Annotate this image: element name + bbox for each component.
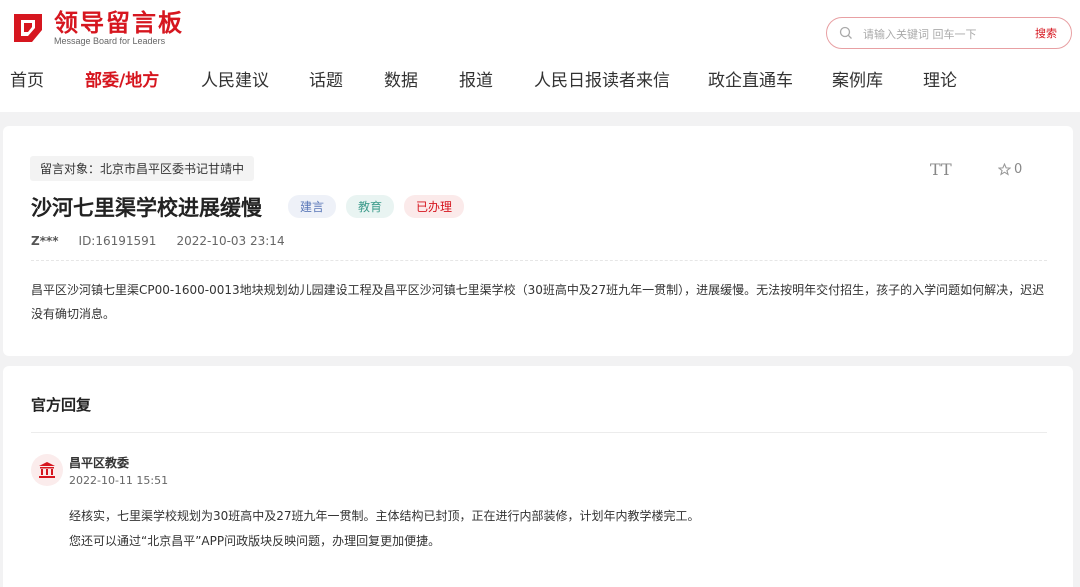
- logo-mark-icon: [14, 14, 42, 42]
- message-tags: 建言 教育 已办理: [288, 195, 465, 218]
- message-time: 2022-10-03 23:14: [176, 234, 285, 248]
- logo-title: 领导留言板: [54, 9, 184, 37]
- tag-suggestion[interactable]: 建言: [288, 195, 337, 218]
- reply-org-name: 昌平区教委: [69, 456, 130, 470]
- meta-divider: [31, 260, 1047, 261]
- message-title: 沙河七里渠学校进展缓慢: [31, 196, 262, 220]
- nav-item-ministries-local[interactable]: 部委/地方: [85, 66, 159, 91]
- reply-line: 经核实，七里渠学校规划为30班高中及27班九年一贯制。主体结构已封顶，正在进行内…: [69, 509, 700, 523]
- message-target: 留言对象：北京市昌平区委书记甘靖中: [30, 156, 255, 181]
- reply-heading: 官方回复: [31, 396, 92, 414]
- site-logo[interactable]: 领导留言板 Message Board for Leaders: [10, 10, 184, 46]
- message-meta: Z*** ID:16191591 2022-10-03 23:14: [31, 234, 285, 248]
- nav-item-people-suggestions[interactable]: 人民建议: [201, 66, 269, 91]
- nav-item-topics[interactable]: 话题: [309, 66, 343, 91]
- reply-content: 经核实，七里渠学校规划为30班高中及27班九年一贯制。主体结构已封顶，正在进行内…: [69, 504, 700, 554]
- nav-item-reports[interactable]: 报道: [459, 66, 493, 91]
- reply-time: 2022-10-11 15:51: [69, 474, 169, 487]
- logo-subtitle: Message Board for Leaders: [54, 36, 166, 46]
- org-avatar: [31, 454, 63, 486]
- nav-item-readers-letters[interactable]: 人民日报读者来信: [534, 66, 670, 91]
- nav-item-enterprise-direct[interactable]: 政企直通车: [708, 66, 793, 91]
- favorite-button[interactable]: 0: [998, 162, 1022, 177]
- message-author: Z***: [31, 234, 59, 248]
- nav-item-theory[interactable]: 理论: [923, 66, 957, 91]
- favorite-count: 0: [1014, 162, 1023, 177]
- nav-item-case-library[interactable]: 案例库: [832, 66, 883, 91]
- search-box: 搜索: [826, 17, 1072, 49]
- tag-status-handled: 已办理: [404, 195, 465, 218]
- reply-card: 官方回复 昌平区教委 2022-10-11 15:51 经核实，七里渠学校规划为…: [3, 366, 1073, 587]
- tag-education[interactable]: 教育: [346, 195, 395, 218]
- nav-item-data[interactable]: 数据: [384, 66, 418, 91]
- message-content: 昌平区沙河镇七里渠CP00-1600-0013地块规划幼儿园建设工程及昌平区沙河…: [31, 283, 1045, 321]
- font-size-icon[interactable]: TT: [930, 160, 952, 179]
- reply-line: 您还可以通过“北京昌平”APP问政版块反映问题，办理回复更加便捷。: [69, 534, 441, 548]
- search-button[interactable]: 搜索: [1035, 25, 1057, 41]
- search-input[interactable]: [863, 24, 1023, 44]
- message-card: 留言对象：北京市昌平区委书记甘靖中 TT 0 沙河七里渠学校进展缓慢 建言 教育…: [3, 126, 1073, 356]
- search-icon: [839, 26, 852, 39]
- star-icon: [998, 163, 1011, 176]
- message-id: ID:16191591: [78, 234, 157, 248]
- reply-divider: [31, 432, 1047, 433]
- government-building-icon: [39, 462, 55, 478]
- site-header: 领导留言板 Message Board for Leaders 搜索 首页 部委…: [0, 0, 1080, 112]
- nav-item-home[interactable]: 首页: [10, 66, 44, 91]
